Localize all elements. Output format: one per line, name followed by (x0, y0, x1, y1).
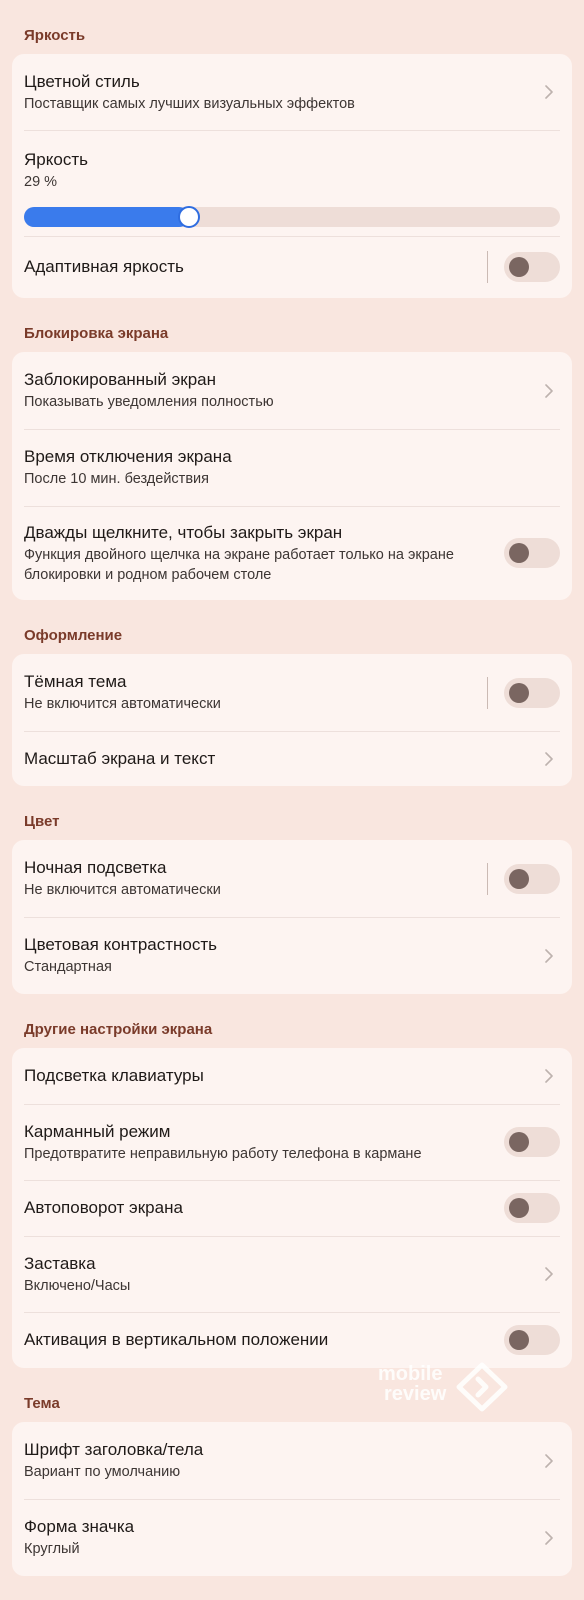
night-light-subtitle: Не включится автоматически (24, 882, 221, 898)
card-brightness: Цветной стиль Поставщик самых лучших виз… (12, 54, 572, 298)
chevron-right-icon (538, 945, 560, 967)
pocket-mode-item[interactable]: Карманный режим Предотвратите неправильн… (12, 1104, 572, 1180)
screensaver-item[interactable]: Заставка Включено/Часы (12, 1236, 572, 1312)
screen-timeout-item[interactable]: Время отключения экрана После 10 мин. бе… (12, 429, 572, 506)
keyboard-backlight-item[interactable]: Подсветка клавиатуры (12, 1048, 572, 1104)
divider (487, 676, 488, 709)
double-tap-item[interactable]: Дважды щелкните, чтобы закрыть экран Фун… (12, 506, 572, 600)
locked-screen-title: Заблокированный экран (24, 370, 217, 389)
icon-shape-subtitle: Круглый (24, 1541, 80, 1557)
adaptive-brightness-toggle[interactable] (504, 252, 560, 282)
screensaver-subtitle: Включено/Часы (24, 1277, 131, 1294)
brightness-slider-thumb[interactable] (178, 206, 201, 228)
dark-theme-toggle[interactable] (504, 677, 560, 708)
locked-screen-item[interactable]: Заблокированный экран Показывать уведомл… (12, 352, 572, 429)
dark-theme-item[interactable]: Тёмная тема Не включится автоматически (12, 654, 572, 731)
brightness-value: 29 % (24, 174, 58, 190)
display-scale-title: Масштаб экрана и текст (24, 748, 216, 768)
dark-theme-title: Тёмная тема (24, 672, 127, 691)
pocket-mode-toggle[interactable] (504, 1127, 560, 1157)
chevron-right-icon (538, 1065, 560, 1087)
card-color: Ночная подсветка Не включится автоматиче… (12, 840, 572, 994)
adaptive-brightness-item[interactable]: Адаптивная яркость (12, 236, 572, 298)
color-contrast-item[interactable]: Цветовая контрастность Стандартная (12, 917, 572, 994)
color-contrast-title: Цветовая контрастность (24, 935, 218, 954)
card-theme: Шрифт заголовка/тела Вариант по умолчани… (12, 1422, 572, 1576)
section-header-color: Цвет (24, 813, 60, 830)
brightness-slider-fill (24, 207, 190, 227)
night-light-toggle[interactable] (504, 863, 560, 894)
pocket-mode-subtitle: Предотвратите неправильную работу телефо… (24, 1145, 422, 1162)
chevron-right-icon (538, 1527, 560, 1549)
section-header-lock-screen: Блокировка экрана (24, 325, 169, 342)
brightness-item: Яркость 29 % (12, 130, 572, 236)
color-style-text: Цветной стиль Поставщик самых лучших виз… (24, 71, 538, 114)
font-title: Шрифт заголовка/тела (24, 1440, 204, 1459)
screen-timeout-title: Время отключения экрана (24, 447, 232, 466)
font-item[interactable]: Шрифт заголовка/тела Вариант по умолчани… (12, 1422, 572, 1499)
pocket-mode-title: Карманный режим (24, 1121, 171, 1141)
color-style-title: Цветной стиль (24, 71, 140, 91)
night-light-title: Ночная подсветка (24, 858, 167, 877)
divider (487, 862, 488, 895)
watermark-line2: review (384, 1383, 447, 1405)
section-header-other: Другие настройки экрана (24, 1021, 213, 1038)
watermark-diamond-icon (456, 1362, 508, 1412)
brightness-title: Яркость (24, 150, 88, 169)
raise-to-wake-title: Активация в вертикальном положении (24, 1330, 329, 1349)
chevron-right-icon (538, 81, 560, 103)
chevron-right-icon (538, 1450, 560, 1472)
double-tap-toggle[interactable] (504, 538, 560, 568)
raise-to-wake-toggle[interactable] (504, 1325, 560, 1355)
color-contrast-subtitle: Стандартная (24, 959, 112, 975)
color-style-subtitle: Поставщик самых лучших визуальных эффект… (24, 95, 355, 112)
auto-rotate-title: Автоповорот экрана (24, 1198, 183, 1217)
locked-screen-subtitle: Показывать уведомления полностью (24, 394, 274, 410)
icon-shape-item[interactable]: Форма значка Круглый (12, 1499, 572, 1576)
auto-rotate-toggle[interactable] (504, 1193, 560, 1223)
card-lock-screen: Заблокированный экран Показывать уведомл… (12, 352, 572, 600)
icon-shape-title: Форма значка (24, 1517, 135, 1536)
screen-timeout-subtitle: После 10 мин. бездействия (24, 471, 209, 487)
double-tap-title: Дважды щелкните, чтобы закрыть экран (24, 522, 343, 542)
card-appearance: Тёмная тема Не включится автоматически М… (12, 654, 572, 786)
divider (487, 251, 488, 283)
auto-rotate-item[interactable]: Автоповорот экрана (12, 1180, 572, 1236)
double-tap-subtitle: Функция двойного щелчка на экране работа… (24, 546, 454, 583)
watermark-line1: mobile (378, 1363, 443, 1385)
keyboard-backlight-title: Подсветка клавиатуры (24, 1066, 204, 1085)
section-header-brightness: Яркость (24, 27, 86, 44)
dark-theme-subtitle: Не включится автоматически (24, 696, 221, 712)
raise-to-wake-item[interactable]: Активация в вертикальном положении (12, 1312, 572, 1368)
brightness-slider[interactable] (24, 206, 560, 228)
card-other: Подсветка клавиатуры Карманный режим Пре… (12, 1048, 572, 1368)
chevron-right-icon (538, 748, 560, 770)
adaptive-brightness-title: Адаптивная яркость (24, 257, 184, 276)
screensaver-title: Заставка (24, 1253, 96, 1273)
chevron-right-icon (538, 380, 560, 402)
watermark-logo: mobile review (370, 1362, 520, 1412)
display-scale-item[interactable]: Масштаб экрана и текст (12, 731, 572, 786)
section-header-appearance: Оформление (24, 627, 123, 644)
font-subtitle: Вариант по умолчанию (24, 1464, 181, 1480)
night-light-item[interactable]: Ночная подсветка Не включится автоматиче… (12, 840, 572, 917)
chevron-right-icon (538, 1263, 560, 1285)
color-style-item[interactable]: Цветной стиль Поставщик самых лучших виз… (12, 54, 572, 130)
